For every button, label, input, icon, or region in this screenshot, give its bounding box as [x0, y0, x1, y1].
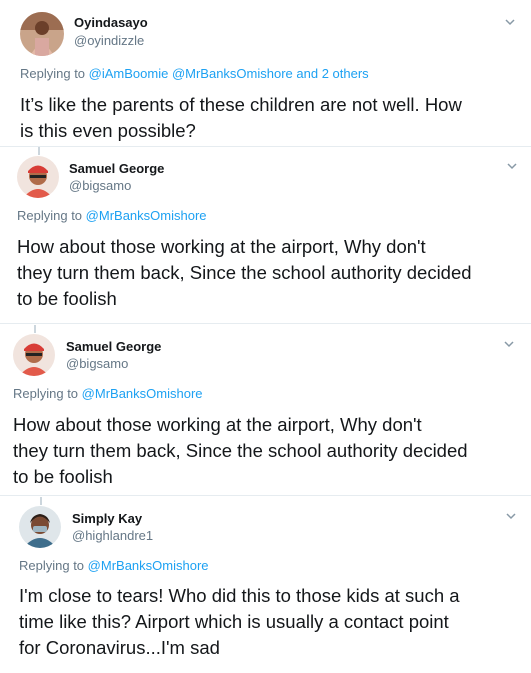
divider	[0, 323, 531, 324]
user-photo-avatar-icon	[13, 334, 55, 376]
user-handle[interactable]: @bigsamo	[69, 178, 131, 193]
chevron-down-icon[interactable]	[505, 510, 517, 522]
chevron-down-icon[interactable]	[503, 338, 515, 350]
tweet-text: How about those working at the airport, …	[17, 234, 472, 312]
tweet-text-line: is this even possible?	[20, 120, 196, 141]
user-photo-avatar-icon	[19, 506, 61, 548]
tweet-text-line: they turn them back, Since the school au…	[13, 440, 468, 461]
mention-link[interactable]: @MrBanksOmishore	[86, 208, 207, 223]
tweet-text-line: How about those working at the airport, …	[17, 236, 426, 257]
tweet-text-line: they turn them back, Since the school au…	[17, 262, 472, 283]
tweet-text: I'm close to tears! Who did this to thos…	[19, 583, 460, 661]
chevron-down-icon[interactable]	[506, 160, 518, 172]
user-handle[interactable]: @bigsamo	[66, 356, 128, 371]
avatar[interactable]	[20, 12, 64, 56]
tweet-text-line: I'm close to tears! Who did this to thos…	[19, 585, 460, 606]
thread-line	[40, 497, 42, 505]
tweet-text-line: for Coronavirus...I'm sad	[19, 637, 220, 658]
avatar[interactable]	[13, 334, 55, 376]
tweet-text: It’s like the parents of these children …	[20, 92, 462, 144]
chevron-down-icon[interactable]	[504, 16, 516, 28]
divider	[0, 495, 531, 496]
replying-to: Replying to @MrBanksOmishore	[17, 208, 207, 223]
tweet-text-line: time like this? Airport which is usually…	[19, 611, 449, 632]
display-name[interactable]: Oyindasayo	[74, 15, 148, 30]
replying-to: Replying to @MrBanksOmishore	[13, 386, 203, 401]
user-handle[interactable]: @oyindizzle	[74, 33, 144, 48]
display-name[interactable]: Samuel George	[69, 161, 164, 176]
tweet-card-2[interactable]: Samuel George @bigsamo Replying to @MrBa…	[0, 147, 531, 322]
avatar[interactable]	[17, 156, 59, 198]
avatar[interactable]	[19, 506, 61, 548]
tweet-text-line: How about those working at the airport, …	[13, 414, 422, 435]
tweet-text-line: to be foolish	[13, 466, 113, 487]
tweet-text: How about those working at the airport, …	[13, 412, 468, 490]
display-name[interactable]: Samuel George	[66, 339, 161, 354]
tweet-card-3[interactable]: Samuel George @bigsamo Replying to @MrBa…	[0, 325, 531, 495]
mention-link[interactable]: @MrBanksOmishore	[82, 386, 203, 401]
others-link[interactable]: and 2 others	[293, 66, 368, 81]
display-name[interactable]: Simply Kay	[72, 511, 142, 526]
mention-link[interactable]: @MrBanksOmishore	[88, 558, 209, 573]
tweet-card-4[interactable]: Simply Kay @highlandre1 Replying to @MrB…	[0, 497, 531, 673]
user-photo-avatar-icon	[20, 12, 64, 56]
replying-to: Replying to @iAmBoomie @MrBanksOmishore …	[20, 66, 369, 81]
user-photo-avatar-icon	[17, 156, 59, 198]
user-handle[interactable]: @highlandre1	[72, 528, 153, 543]
thread-line	[38, 147, 40, 155]
thread-line	[34, 325, 36, 333]
tweet-card-1[interactable]: Oyindasayo @oyindizzle Replying to @iAmB…	[0, 0, 531, 148]
tweet-text-line: It’s like the parents of these children …	[20, 94, 462, 115]
tweet-text-line: to be foolish	[17, 288, 117, 309]
mention-link[interactable]: @iAmBoomie @MrBanksOmishore	[89, 66, 293, 81]
replying-to: Replying to @MrBanksOmishore	[19, 558, 209, 573]
